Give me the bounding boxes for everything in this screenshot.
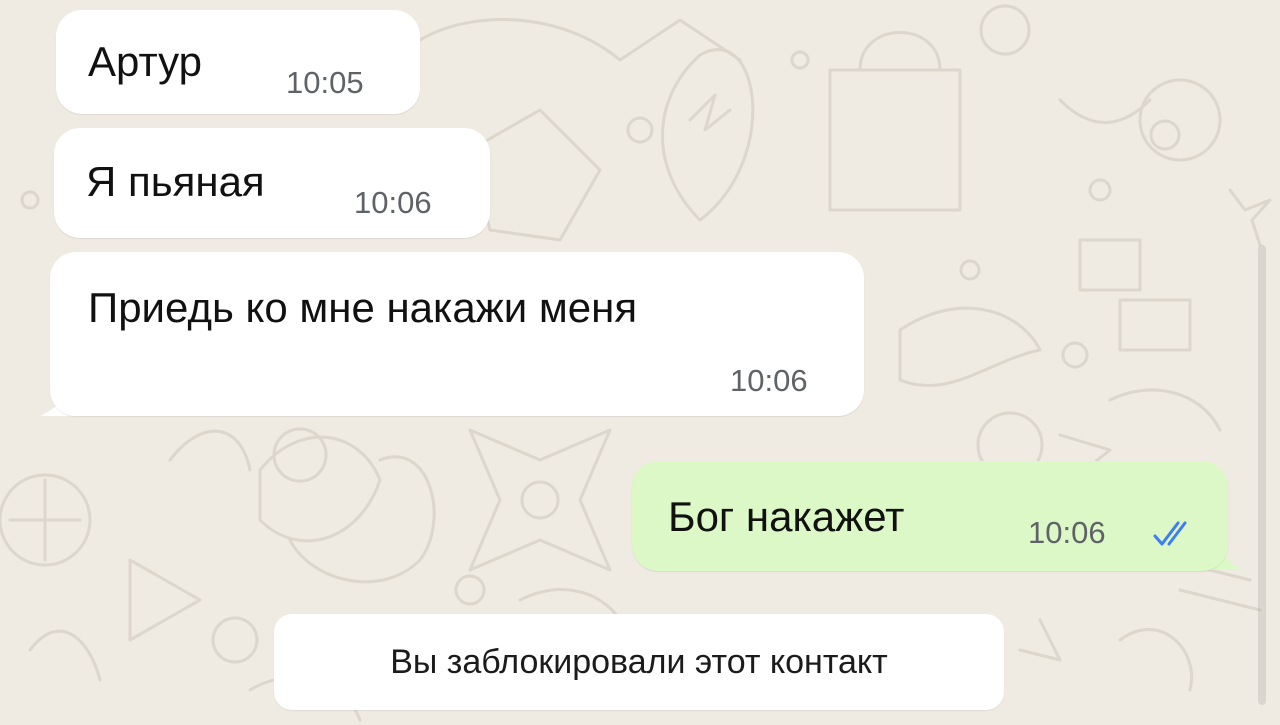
double-check-icon <box>1153 521 1187 546</box>
message-text: Артур <box>88 38 203 85</box>
message-bubble-incoming[interactable]: Артур 10:05 <box>56 10 420 114</box>
message-text: Бог накажет <box>668 493 905 540</box>
message-time: 10:05 <box>286 65 364 100</box>
message-time: 10:06 <box>1028 515 1106 550</box>
message-time: 10:06 <box>730 363 808 398</box>
message-text: Я пьяная <box>86 158 265 205</box>
message-bubble-outgoing[interactable]: Бог накажет 10:06 <box>632 461 1228 571</box>
blocked-contact-notice[interactable]: Вы заблокировали этот контакт <box>274 614 1004 710</box>
scrollbar[interactable] <box>1258 245 1266 705</box>
message-bubble-incoming[interactable]: Я пьяная 10:06 <box>54 128 490 238</box>
message-bubble-incoming[interactable]: Приедь ко мне накажи меня 10:06 <box>50 252 864 416</box>
message-time: 10:06 <box>354 185 432 220</box>
message-text: Приедь ко мне накажи меня <box>88 284 638 331</box>
blocked-contact-text: Вы заблокировали этот контакт <box>390 643 888 681</box>
